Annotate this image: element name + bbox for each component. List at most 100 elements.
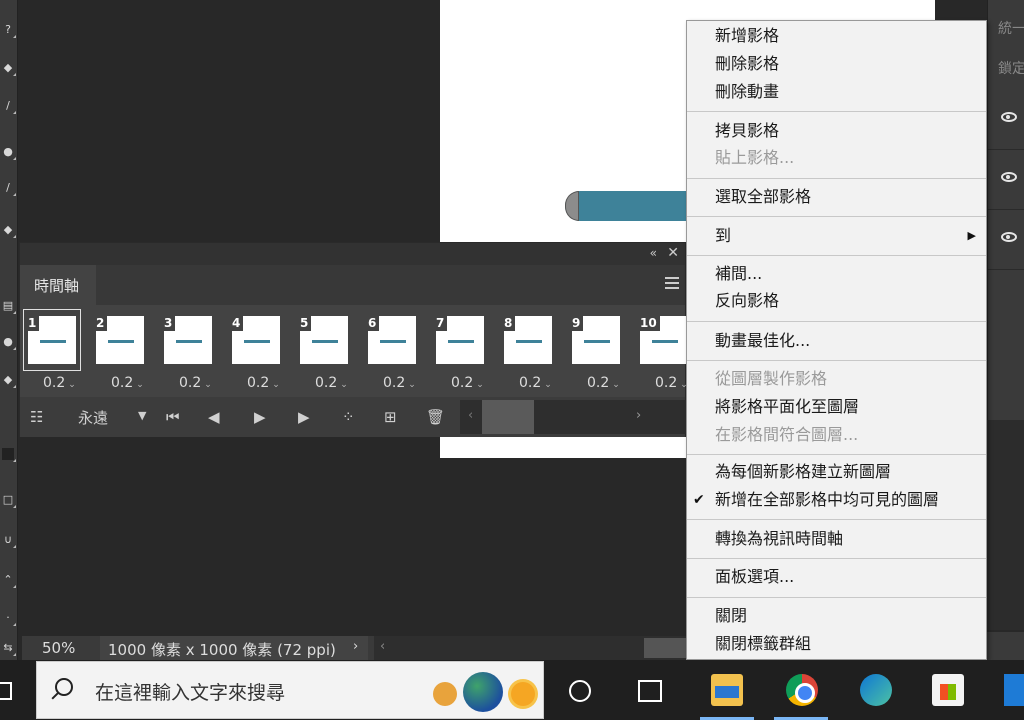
frame-delay-select[interactable]: 0.2 ⌄ <box>247 375 280 391</box>
menu-item-new-layer-per-frame[interactable]: 為每個新影格建立新圖層 <box>687 459 986 485</box>
timeline-panel-header[interactable]: « ✕ <box>20 243 685 265</box>
pencil-tool-icon[interactable]: ◆ <box>2 224 16 238</box>
convert-icon[interactable]: ☷ <box>30 408 43 426</box>
menu-separator <box>687 597 986 598</box>
menu-item-close-tab-group[interactable]: 關閉標籤群組 <box>687 631 986 657</box>
more-tools-icon[interactable]: · <box>2 612 16 626</box>
hand-tool-icon[interactable]: ∪ <box>2 534 16 548</box>
frame-delay-select[interactable]: 0.2 ⌄ <box>587 375 620 391</box>
scroll-left-icon[interactable]: ‹ <box>468 408 473 423</box>
delete-frame-icon[interactable]: 🗑 <box>426 408 445 426</box>
menu-item-close[interactable]: 關閉 <box>687 603 986 629</box>
frame-bar-preview <box>244 340 270 343</box>
shape-tool-icon[interactable]: □ <box>2 494 16 508</box>
scroll-left-icon[interactable]: ‹ <box>380 639 385 654</box>
timeline-frame[interactable]: 8 0.2 ⌄ <box>499 309 563 395</box>
close-panel-icon[interactable]: ✕ <box>667 245 679 261</box>
menu-item-delete-frame[interactable]: 刪除影格 <box>687 51 986 77</box>
menu-item-panel-options[interactable]: 面板選項... <box>687 564 986 590</box>
menu-item-tween[interactable]: 補間... <box>687 261 986 287</box>
swap-colors-icon[interactable]: ⇆ <box>2 642 16 656</box>
frame-delay-select[interactable]: 0.2 ⌄ <box>315 375 348 391</box>
frame-preview: 8 <box>504 316 552 364</box>
duplicate-frame-icon[interactable]: ⊞ <box>384 408 397 426</box>
frame-delay-select[interactable]: 0.2 ⌄ <box>179 375 212 391</box>
zoom-tool-icon[interactable]: ⌃ <box>2 574 16 588</box>
frame-delay-select[interactable]: 0.2 ⌄ <box>451 375 484 391</box>
chevron-right-icon[interactable]: › <box>353 639 358 654</box>
smudge-tool-icon[interactable]: / <box>2 182 16 196</box>
menu-item-new-layers-visible-all-frames[interactable]: ✔ 新增在全部影格中均可見的圖層 <box>687 487 986 513</box>
widgets-icon[interactable] <box>638 680 662 702</box>
frame-thumbnail[interactable]: 3 <box>159 309 217 371</box>
taskbar-search-box[interactable]: 在這裡輸入文字來搜尋 <box>36 661 544 719</box>
play-icon[interactable]: ▶ <box>254 408 266 426</box>
frame-thumbnail[interactable]: 9 <box>567 309 625 371</box>
first-frame-icon[interactable]: ⏮ <box>166 408 180 426</box>
menu-item-select-all-frames[interactable]: 選取全部影格 <box>687 184 986 210</box>
menu-item-convert-to-video-timeline[interactable]: 轉換為視訊時間軸 <box>687 526 986 552</box>
timeline-frame[interactable]: 2 0.2 ⌄ <box>91 309 155 395</box>
task-view-icon[interactable] <box>569 680 591 702</box>
timeline-frame[interactable]: 9 0.2 ⌄ <box>567 309 631 395</box>
chevron-down-icon[interactable]: ▼ <box>138 409 146 422</box>
file-explorer-icon[interactable] <box>711 674 743 706</box>
timeline-frame[interactable]: 4 0.2 ⌄ <box>227 309 291 395</box>
scroll-right-icon[interactable]: › <box>636 408 641 423</box>
loop-select[interactable]: 永遠 <box>78 407 108 428</box>
frame-delay-select[interactable]: 0.2 ⌄ <box>519 375 552 391</box>
tab-timeline[interactable]: 時間軸 <box>20 265 96 305</box>
start-button[interactable] <box>0 660 30 720</box>
timeline-frame[interactable]: 3 0.2 ⌄ <box>159 309 223 395</box>
menu-item-new-frame[interactable]: 新增影格 <box>687 23 986 49</box>
zoom-level[interactable]: 50% <box>42 639 75 657</box>
timeline-frame[interactable]: 5 0.2 ⌄ <box>295 309 359 395</box>
eraser-tool-icon[interactable]: ◆ <box>2 62 16 76</box>
frame-thumbnail[interactable]: 1 <box>23 309 81 371</box>
timeline-frame[interactable]: 1 0.2 ⌄ <box>23 309 87 395</box>
frame-thumbnail[interactable]: 6 <box>363 309 421 371</box>
panel-menu-icon[interactable] <box>665 277 679 289</box>
mail-icon[interactable] <box>1004 674 1024 706</box>
frame-delay-select[interactable]: 0.2 ⌄ <box>383 375 416 391</box>
layer-visibility-eye-icon[interactable] <box>988 150 1024 210</box>
gradient-tool-icon[interactable]: ▤ <box>2 300 16 314</box>
next-frame-icon[interactable]: ▶ <box>298 408 310 426</box>
frame-delay-select[interactable]: 0.2 ⌄ <box>111 375 144 391</box>
frame-scrollbar[interactable]: ‹ › <box>460 400 687 434</box>
menu-item-reverse-frames[interactable]: 反向影格 <box>687 288 986 314</box>
layer-visibility-eye-icon[interactable] <box>988 210 1024 270</box>
chrome-icon[interactable] <box>786 674 818 706</box>
tween-icon[interactable]: ⁘ <box>342 408 355 426</box>
scrollbar-thumb[interactable] <box>482 400 534 434</box>
frame-thumbnail[interactable]: 5 <box>295 309 353 371</box>
frame-delay-select[interactable]: 0.2 ⌄ <box>655 375 688 391</box>
frame-thumbnail[interactable]: 7 <box>431 309 489 371</box>
frame-thumbnail[interactable]: 8 <box>499 309 557 371</box>
type-tool-icon[interactable] <box>2 448 16 462</box>
pen-tool-icon[interactable]: / <box>2 100 16 114</box>
layer-visibility-eye-icon[interactable] <box>988 90 1024 150</box>
frame-bar-preview <box>380 340 406 343</box>
frame-delay-select[interactable]: 0.2 ⌄ <box>43 375 76 391</box>
document-info[interactable]: 1000 像素 x 1000 像素 (72 ppi) <box>100 636 368 660</box>
store-icon[interactable] <box>932 674 964 706</box>
menu-item-goto[interactable]: 到 ▶ <box>687 223 986 249</box>
path-tool-icon[interactable]: ◆ <box>2 374 16 388</box>
menu-item-copy-frame[interactable]: 拷貝影格 <box>687 118 986 144</box>
timeline-frame[interactable]: 7 0.2 ⌄ <box>431 309 495 395</box>
blur-tool-icon[interactable]: ● <box>2 336 16 350</box>
menu-separator <box>687 255 986 256</box>
menu-item-flatten-frames-into-layers[interactable]: 將影格平面化至圖層 <box>687 394 986 420</box>
menu-item-delete-animation[interactable]: 刪除動畫 <box>687 79 986 105</box>
frame-thumbnail[interactable]: 2 <box>91 309 149 371</box>
menu-item-optimize-animation[interactable]: 動畫最佳化... <box>687 328 986 354</box>
prev-frame-icon[interactable]: ◀ <box>208 408 220 426</box>
brush-tool-icon[interactable]: ? <box>2 24 16 38</box>
edge-icon[interactable] <box>860 674 892 706</box>
timeline-frame[interactable]: 6 0.2 ⌄ <box>363 309 427 395</box>
dodge-tool-icon[interactable]: ● <box>2 146 16 160</box>
frame-thumbnail[interactable]: 10 <box>635 309 693 371</box>
frame-thumbnail[interactable]: 4 <box>227 309 285 371</box>
collapse-panel-icon[interactable]: « <box>650 246 657 260</box>
